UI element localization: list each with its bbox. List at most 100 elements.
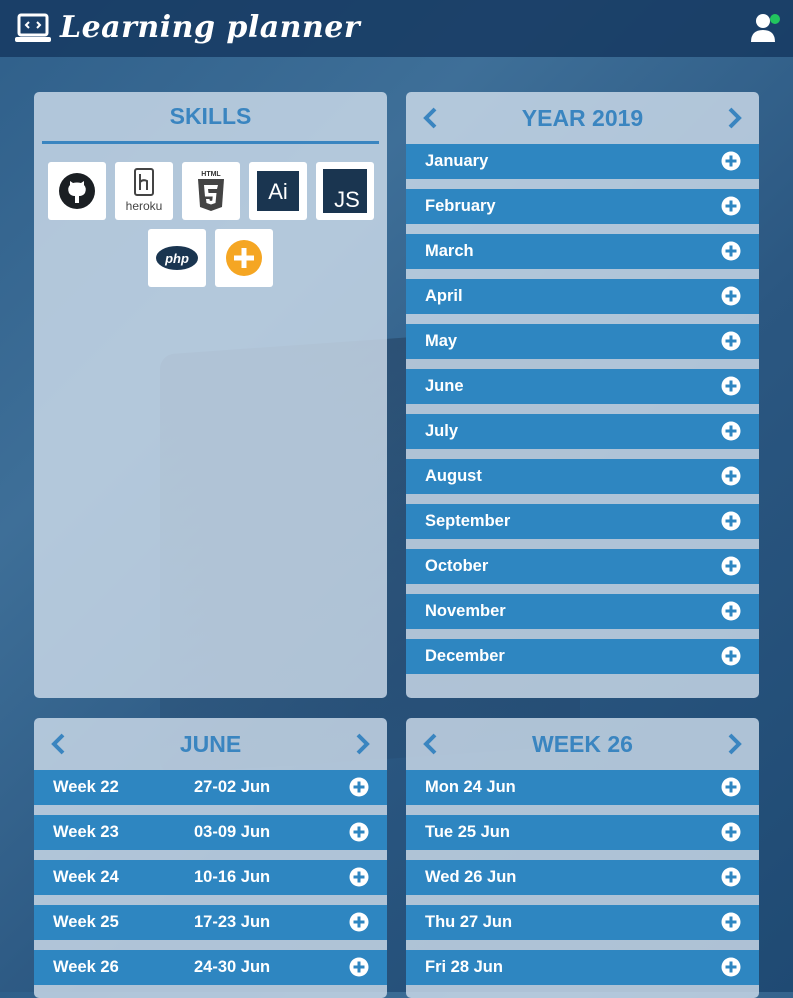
year-panel: YEAR 2019 January February March April M… xyxy=(406,92,759,698)
add-week-26-icon[interactable] xyxy=(349,957,369,977)
week-label: Week 22 xyxy=(53,778,119,796)
month-row-november[interactable]: November xyxy=(406,594,759,629)
add-june-icon[interactable] xyxy=(721,376,741,396)
heroku-label: heroku xyxy=(125,199,162,213)
add-thu-icon[interactable] xyxy=(721,912,741,932)
add-january-icon[interactable] xyxy=(721,151,741,171)
year-next-arrow-icon[interactable] xyxy=(721,105,747,131)
week-header: WEEK 26 xyxy=(406,718,759,770)
skills-title: SKILLS xyxy=(169,103,252,129)
month-row-september[interactable]: September xyxy=(406,504,759,539)
month-title: JUNE xyxy=(179,730,242,757)
day-label: Wed 26 Jun xyxy=(425,868,517,886)
week-row-24[interactable]: Week 24 10-16 Jun xyxy=(34,860,387,895)
week-row-25[interactable]: Week 25 17-23 Jun xyxy=(34,905,387,940)
add-tue-icon[interactable] xyxy=(721,822,741,842)
plus-circle-icon xyxy=(226,240,262,276)
day-row-thu[interactable]: Thu 27 Jun xyxy=(406,905,759,940)
day-label: Tue 25 Jun xyxy=(425,823,510,841)
month-prev-arrow-icon[interactable] xyxy=(46,731,72,757)
add-march-icon[interactable] xyxy=(721,241,741,261)
php-icon: php xyxy=(156,246,198,270)
year-prev-arrow-icon[interactable] xyxy=(418,105,444,131)
skill-heroku[interactable]: heroku xyxy=(114,162,173,220)
add-week-24-icon[interactable] xyxy=(349,867,369,887)
add-august-icon[interactable] xyxy=(721,466,741,486)
day-label: Thu 27 Jun xyxy=(425,913,513,931)
add-november-icon[interactable] xyxy=(721,601,741,621)
month-row-june[interactable]: June xyxy=(406,369,759,404)
skill-illustrator[interactable]: Ai xyxy=(248,162,307,220)
heroku-icon: heroku xyxy=(125,168,162,213)
week-range: 24-30 Jun xyxy=(194,958,271,976)
month-row-october[interactable]: October xyxy=(406,549,759,584)
skill-javascript[interactable]: JS xyxy=(315,162,374,220)
month-row-august[interactable]: August xyxy=(406,459,759,494)
app-title: Learning planner xyxy=(60,10,361,45)
month-label: September xyxy=(425,512,511,530)
week-range: 03-09 Jun xyxy=(194,823,271,841)
illustrator-icon: Ai xyxy=(256,171,299,211)
month-list: January February March April May June Ju… xyxy=(406,144,759,674)
week-row-23[interactable]: Week 23 03-09 Jun xyxy=(34,815,387,850)
week-label: Week 23 xyxy=(53,823,119,841)
add-week-23-icon[interactable] xyxy=(349,822,369,842)
add-april-icon[interactable] xyxy=(721,286,741,306)
skill-github[interactable] xyxy=(47,162,106,220)
week-row-26[interactable]: Week 26 24-30 Jun xyxy=(34,950,387,985)
month-row-april[interactable]: April xyxy=(406,279,759,314)
day-label: Fri 28 Jun xyxy=(425,958,503,976)
add-may-icon[interactable] xyxy=(721,331,741,351)
javascript-icon: JS xyxy=(322,169,367,213)
html5-icon: HTML xyxy=(197,171,224,211)
month-label: April xyxy=(425,287,463,305)
month-label: March xyxy=(425,242,474,260)
day-row-tue[interactable]: Tue 25 Jun xyxy=(406,815,759,850)
week-panel: WEEK 26 Mon 24 Jun Tue 25 Jun Wed 26 Jun… xyxy=(406,718,759,998)
day-row-fri[interactable]: Fri 28 Jun xyxy=(406,950,759,985)
week-list: Week 22 27-02 Jun Week 23 03-09 Jun Week 2… xyxy=(34,770,387,985)
day-row-wed[interactable]: Wed 26 Jun xyxy=(406,860,759,895)
week-label: Week 25 xyxy=(53,913,119,931)
add-july-icon[interactable] xyxy=(721,421,741,441)
week-label: Week 24 xyxy=(53,868,119,886)
add-skill-button[interactable] xyxy=(215,229,273,287)
add-september-icon[interactable] xyxy=(721,511,741,531)
month-next-arrow-icon[interactable] xyxy=(349,731,375,757)
skill-php[interactable]: php xyxy=(148,229,206,287)
month-header: JUNE xyxy=(34,718,387,770)
laptop-code-icon xyxy=(15,13,51,42)
github-icon xyxy=(58,173,95,209)
month-label: August xyxy=(425,467,482,485)
add-week-22-icon[interactable] xyxy=(349,777,369,797)
skills-grid: heroku HTML Ai JS php xyxy=(34,144,387,287)
day-row-mon[interactable]: Mon 24 Jun xyxy=(406,770,759,805)
add-december-icon[interactable] xyxy=(721,646,741,666)
month-row-march[interactable]: March xyxy=(406,234,759,269)
week-prev-arrow-icon[interactable] xyxy=(418,731,444,757)
add-week-25-icon[interactable] xyxy=(349,912,369,932)
week-range: 17-23 Jun xyxy=(194,913,271,931)
skills-header: SKILLS xyxy=(42,92,379,144)
month-row-december[interactable]: December xyxy=(406,639,759,674)
month-label: January xyxy=(425,152,489,170)
add-fri-icon[interactable] xyxy=(721,957,741,977)
month-row-may[interactable]: May xyxy=(406,324,759,359)
month-label: June xyxy=(425,377,464,395)
year-header: YEAR 2019 xyxy=(406,92,759,144)
add-mon-icon[interactable] xyxy=(721,777,741,797)
user-status-icon[interactable] xyxy=(750,12,780,44)
month-row-july[interactable]: July xyxy=(406,414,759,449)
skill-html5[interactable]: HTML xyxy=(181,162,240,220)
week-row-22[interactable]: Week 22 27-02 Jun xyxy=(34,770,387,805)
php-label: php xyxy=(164,251,189,266)
month-label: October xyxy=(425,557,489,575)
month-row-february[interactable]: February xyxy=(406,189,759,224)
add-october-icon[interactable] xyxy=(721,556,741,576)
day-label: Mon 24 Jun xyxy=(425,778,516,796)
add-wed-icon[interactable] xyxy=(721,867,741,887)
add-february-icon[interactable] xyxy=(721,196,741,216)
month-row-january[interactable]: January xyxy=(406,144,759,179)
month-panel: JUNE Week 22 27-02 Jun Week 23 03-09 Jun W… xyxy=(34,718,387,998)
week-next-arrow-icon[interactable] xyxy=(721,731,747,757)
